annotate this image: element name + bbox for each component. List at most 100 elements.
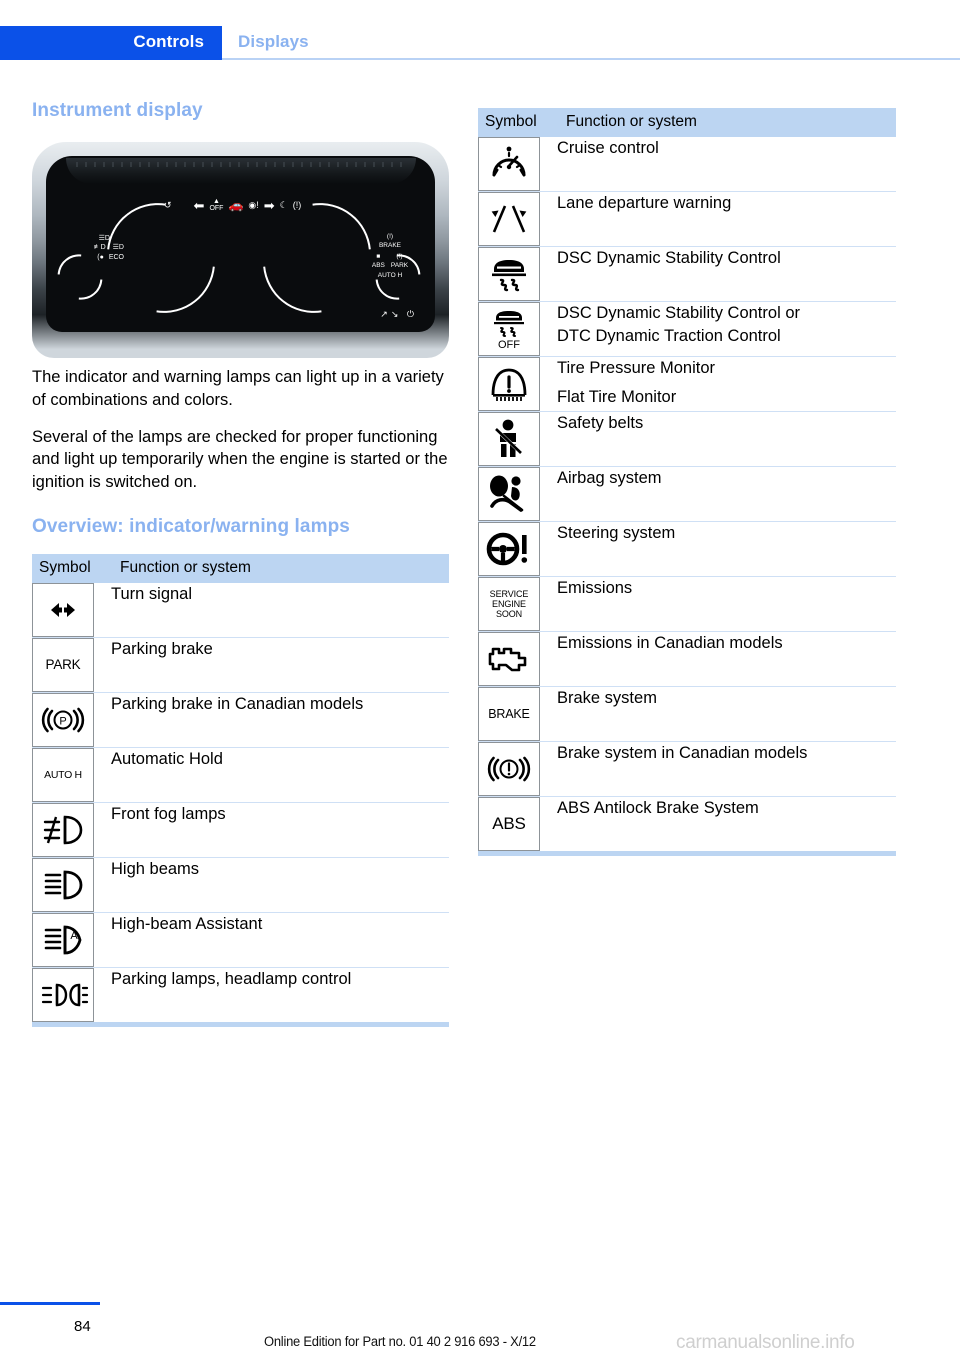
loop-icon: ↺ <box>164 199 172 210</box>
watermark: carmanualsonline.info <box>676 1332 855 1353</box>
header-symbol: Symbol <box>478 108 557 137</box>
abs-text-icon: ABS <box>478 797 540 851</box>
table-row: Parking lamps, headlamp control <box>32 967 449 1024</box>
auto-hold-icon-text: AUTO H <box>44 768 82 781</box>
row-label: Safety belts <box>557 414 644 432</box>
table-row: OFF DSC Dynamic Stability Control or DTC… <box>478 301 896 357</box>
table-row: Steering system <box>478 521 896 577</box>
row-label-line2: DTC Dynamic Traction Control <box>557 327 781 346</box>
header-symbol: Symbol <box>32 553 111 583</box>
row-label: Front fog lamps <box>111 804 226 823</box>
table-row: Safety belts <box>478 411 896 467</box>
dsc-icon <box>478 247 540 301</box>
brake-icon-text: BRAKE <box>488 707 530 721</box>
table-row: DSC Dynamic Stability Control <box>478 246 896 302</box>
row-label: Tire Pressure Monitor <box>557 359 716 377</box>
page-number: 84 <box>74 1318 91 1335</box>
table-row: BRAKE Brake system <box>478 686 896 742</box>
table-row: ABS ABS Antilock Brake System <box>478 796 896 854</box>
svg-text:A: A <box>70 930 78 942</box>
parking-brake-telltale-icon: (!) <box>292 199 302 210</box>
row-label: High-beam Assistant <box>111 914 263 933</box>
cluster-screen: ↺ ⬅ ▲ OFF 🚗 ◉! ➡ ☾ (!) ☰D ≢D ☰D (● ECO (!) B… <box>46 156 435 332</box>
table-row: Front fog lamps <box>32 802 449 857</box>
cluster-bottom-telltales: ↗↘ ⏻ <box>380 309 417 319</box>
table-row: Emissions in Canadian models <box>478 631 896 687</box>
header-function: Function or system <box>557 108 896 137</box>
row-label: Steering system <box>557 524 676 542</box>
row-label: Brake system in Canadian models <box>557 744 808 762</box>
lamp-warning-telltale-icon: ◉! <box>248 199 259 210</box>
table-header-row: Symbol Function or system <box>478 108 896 137</box>
table-row: P Parking brake in Canadian models <box>32 692 449 747</box>
turn-signal-icon <box>32 582 94 637</box>
cluster-left-telltales: ☰D ≢D ☰D (● ECO <box>93 235 124 261</box>
steering-system-icon <box>478 522 540 576</box>
auto-hold-icon: AUTO H <box>32 747 94 802</box>
park-icon-text: PARK <box>45 657 81 673</box>
left-lamp-table: Symbol Function or system Turn signal PA… <box>32 553 449 1027</box>
table-header-row: Symbol Function or system <box>32 553 449 583</box>
row-label: Brake system <box>557 689 657 707</box>
table-row: Airbag system <box>478 466 896 522</box>
left-column: Instrument display ↺ ⬅ ▲ OFF 🚗 ◉! ➡ ☾ (!)… <box>32 100 449 1027</box>
svg-text:OFF: OFF <box>498 339 520 351</box>
row-label: Automatic Hold <box>111 749 223 768</box>
dsc-off-telltale-icon: ▲ OFF <box>209 198 224 212</box>
tab-controls-label: Controls <box>133 32 204 51</box>
brake-canada-icon <box>478 742 540 796</box>
right-turn-arrow-icon: ➡ <box>263 197 275 213</box>
parking-brake-canada-icon: P <box>32 692 94 747</box>
service-engine-soon-icon: SERVICE ENGINE SOON <box>478 577 540 631</box>
airbag-icon <box>478 467 540 521</box>
row-label-line2: Flat Tire Monitor <box>557 388 677 407</box>
table-row: A High-beam Assistant <box>32 912 449 967</box>
service-engine-soon-text: SERVICE ENGINE SOON <box>489 588 529 620</box>
paragraph-2: Several of the lamps are checked for pro… <box>32 427 448 492</box>
row-label: Airbag system <box>557 469 662 487</box>
header-function: Function or system <box>111 553 449 583</box>
lane-departure-warning-icon <box>478 192 540 246</box>
row-label: Parking brake <box>111 639 213 658</box>
row-label: Parking lamps, headlamp control <box>111 969 352 988</box>
row-label: DSC Dynamic Stability Control <box>557 249 781 267</box>
row-label: Cruise control <box>557 139 659 157</box>
row-label: ABS Antilock Brake System <box>557 799 759 817</box>
high-beam-assistant-icon: A <box>32 912 94 967</box>
table-row: Turn signal <box>32 582 449 638</box>
table-row: Brake system in Canadian models <box>478 741 896 797</box>
svg-text:P: P <box>59 715 66 727</box>
car-front-telltale-icon: 🚗 <box>228 198 244 212</box>
table-row: SERVICE ENGINE SOON Emissions <box>478 576 896 632</box>
cluster-right-telltales: (!) BRAKE ■ ABS (!) PARK AUTO H <box>371 233 409 280</box>
check-engine-icon <box>478 632 540 686</box>
footer-edition-text: Online Edition for Part no. 01 40 2 916 … <box>264 1334 536 1349</box>
header-divider <box>222 58 960 60</box>
table-row: PARK Parking brake <box>32 637 449 692</box>
row-label: Turn signal <box>111 584 193 603</box>
cluster-hood <box>66 158 416 184</box>
section-title-instrument-display: Instrument display <box>32 100 203 121</box>
instrument-cluster-image: ↺ ⬅ ▲ OFF 🚗 ◉! ➡ ☾ (!) ☰D ≢D ☰D (● ECO (!) B… <box>32 136 449 366</box>
footer-accent-rule <box>0 1302 100 1305</box>
row-label: Emissions in Canadian models <box>557 634 783 652</box>
parking-lamps-icon <box>32 967 94 1022</box>
left-turn-arrow-icon: ⬅ <box>193 197 205 213</box>
tab-controls[interactable]: Controls <box>0 26 222 60</box>
row-label: Emissions <box>557 579 633 597</box>
high-beam-icon <box>32 857 94 912</box>
brake-text-icon: BRAKE <box>478 687 540 741</box>
cruise-control-icon <box>478 137 540 191</box>
park-text-icon: PARK <box>32 637 94 692</box>
dsc-off-icon: OFF <box>478 302 540 356</box>
front-fog-lamp-icon <box>32 802 94 857</box>
table-row: Lane departure warning <box>478 191 896 247</box>
row-label: Lane departure warning <box>557 194 732 212</box>
tab-displays-label[interactable]: Displays <box>238 32 309 52</box>
safety-belt-icon <box>478 412 540 466</box>
page-header: Controls <box>0 26 960 60</box>
row-label: Parking brake in Canadian models <box>111 694 364 713</box>
right-column: Symbol Function or system Cruise control… <box>478 108 896 856</box>
table-row: High beams <box>32 857 449 912</box>
table-row: AUTO H Automatic Hold <box>32 747 449 802</box>
